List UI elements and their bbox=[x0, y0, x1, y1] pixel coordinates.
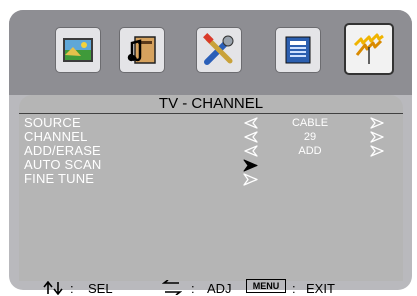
menu-key-badge: MENU bbox=[246, 279, 286, 293]
menu-item-add-erase[interactable]: ADD/ERASE bbox=[24, 144, 101, 158]
source-value: CABLE bbox=[291, 117, 329, 129]
adj-label: ADJ bbox=[207, 281, 232, 296]
setup-tools-icon bbox=[203, 33, 234, 65]
tab-sound[interactable] bbox=[119, 27, 165, 73]
antenna-channel-icon bbox=[353, 33, 384, 64]
left-right-arrows-icon bbox=[162, 280, 182, 295]
menu-item-source[interactable]: SOURCE bbox=[24, 116, 81, 130]
left-arrow-icon[interactable] bbox=[244, 117, 258, 129]
title-divider bbox=[19, 113, 403, 114]
up-down-arrows-icon bbox=[43, 281, 63, 295]
left-arrow-icon[interactable] bbox=[244, 131, 258, 143]
sel-label: SEL bbox=[88, 281, 113, 296]
adj-separator: : bbox=[191, 281, 195, 296]
menu-item-channel[interactable]: CHANNEL bbox=[24, 130, 88, 144]
right-arrow-icon[interactable] bbox=[370, 117, 384, 129]
exit-label: EXIT bbox=[306, 281, 335, 296]
sound-icon bbox=[127, 36, 156, 64]
menu-item-auto-scan[interactable]: AUTO SCAN bbox=[24, 158, 101, 172]
tab-channel[interactable] bbox=[344, 23, 394, 75]
channel-value: 29 bbox=[303, 131, 317, 143]
left-arrow-icon[interactable] bbox=[244, 145, 258, 157]
auto-scan-enter-icon[interactable] bbox=[243, 159, 258, 172]
tab-features[interactable] bbox=[275, 27, 321, 73]
features-list-icon bbox=[285, 36, 311, 64]
sel-separator: : bbox=[70, 281, 74, 296]
exit-separator: : bbox=[292, 281, 296, 296]
picture-icon bbox=[63, 38, 93, 62]
panel-title: TV - CHANNEL bbox=[158, 95, 264, 112]
fine-tune-enter-icon[interactable] bbox=[243, 173, 258, 186]
right-arrow-icon[interactable] bbox=[370, 131, 384, 143]
right-arrow-icon[interactable] bbox=[370, 145, 384, 157]
menu-item-fine-tune[interactable]: FINE TUNE bbox=[24, 172, 94, 186]
tab-picture[interactable] bbox=[55, 27, 101, 73]
add-erase-value: ADD bbox=[298, 145, 322, 157]
tab-setup[interactable] bbox=[196, 27, 242, 73]
